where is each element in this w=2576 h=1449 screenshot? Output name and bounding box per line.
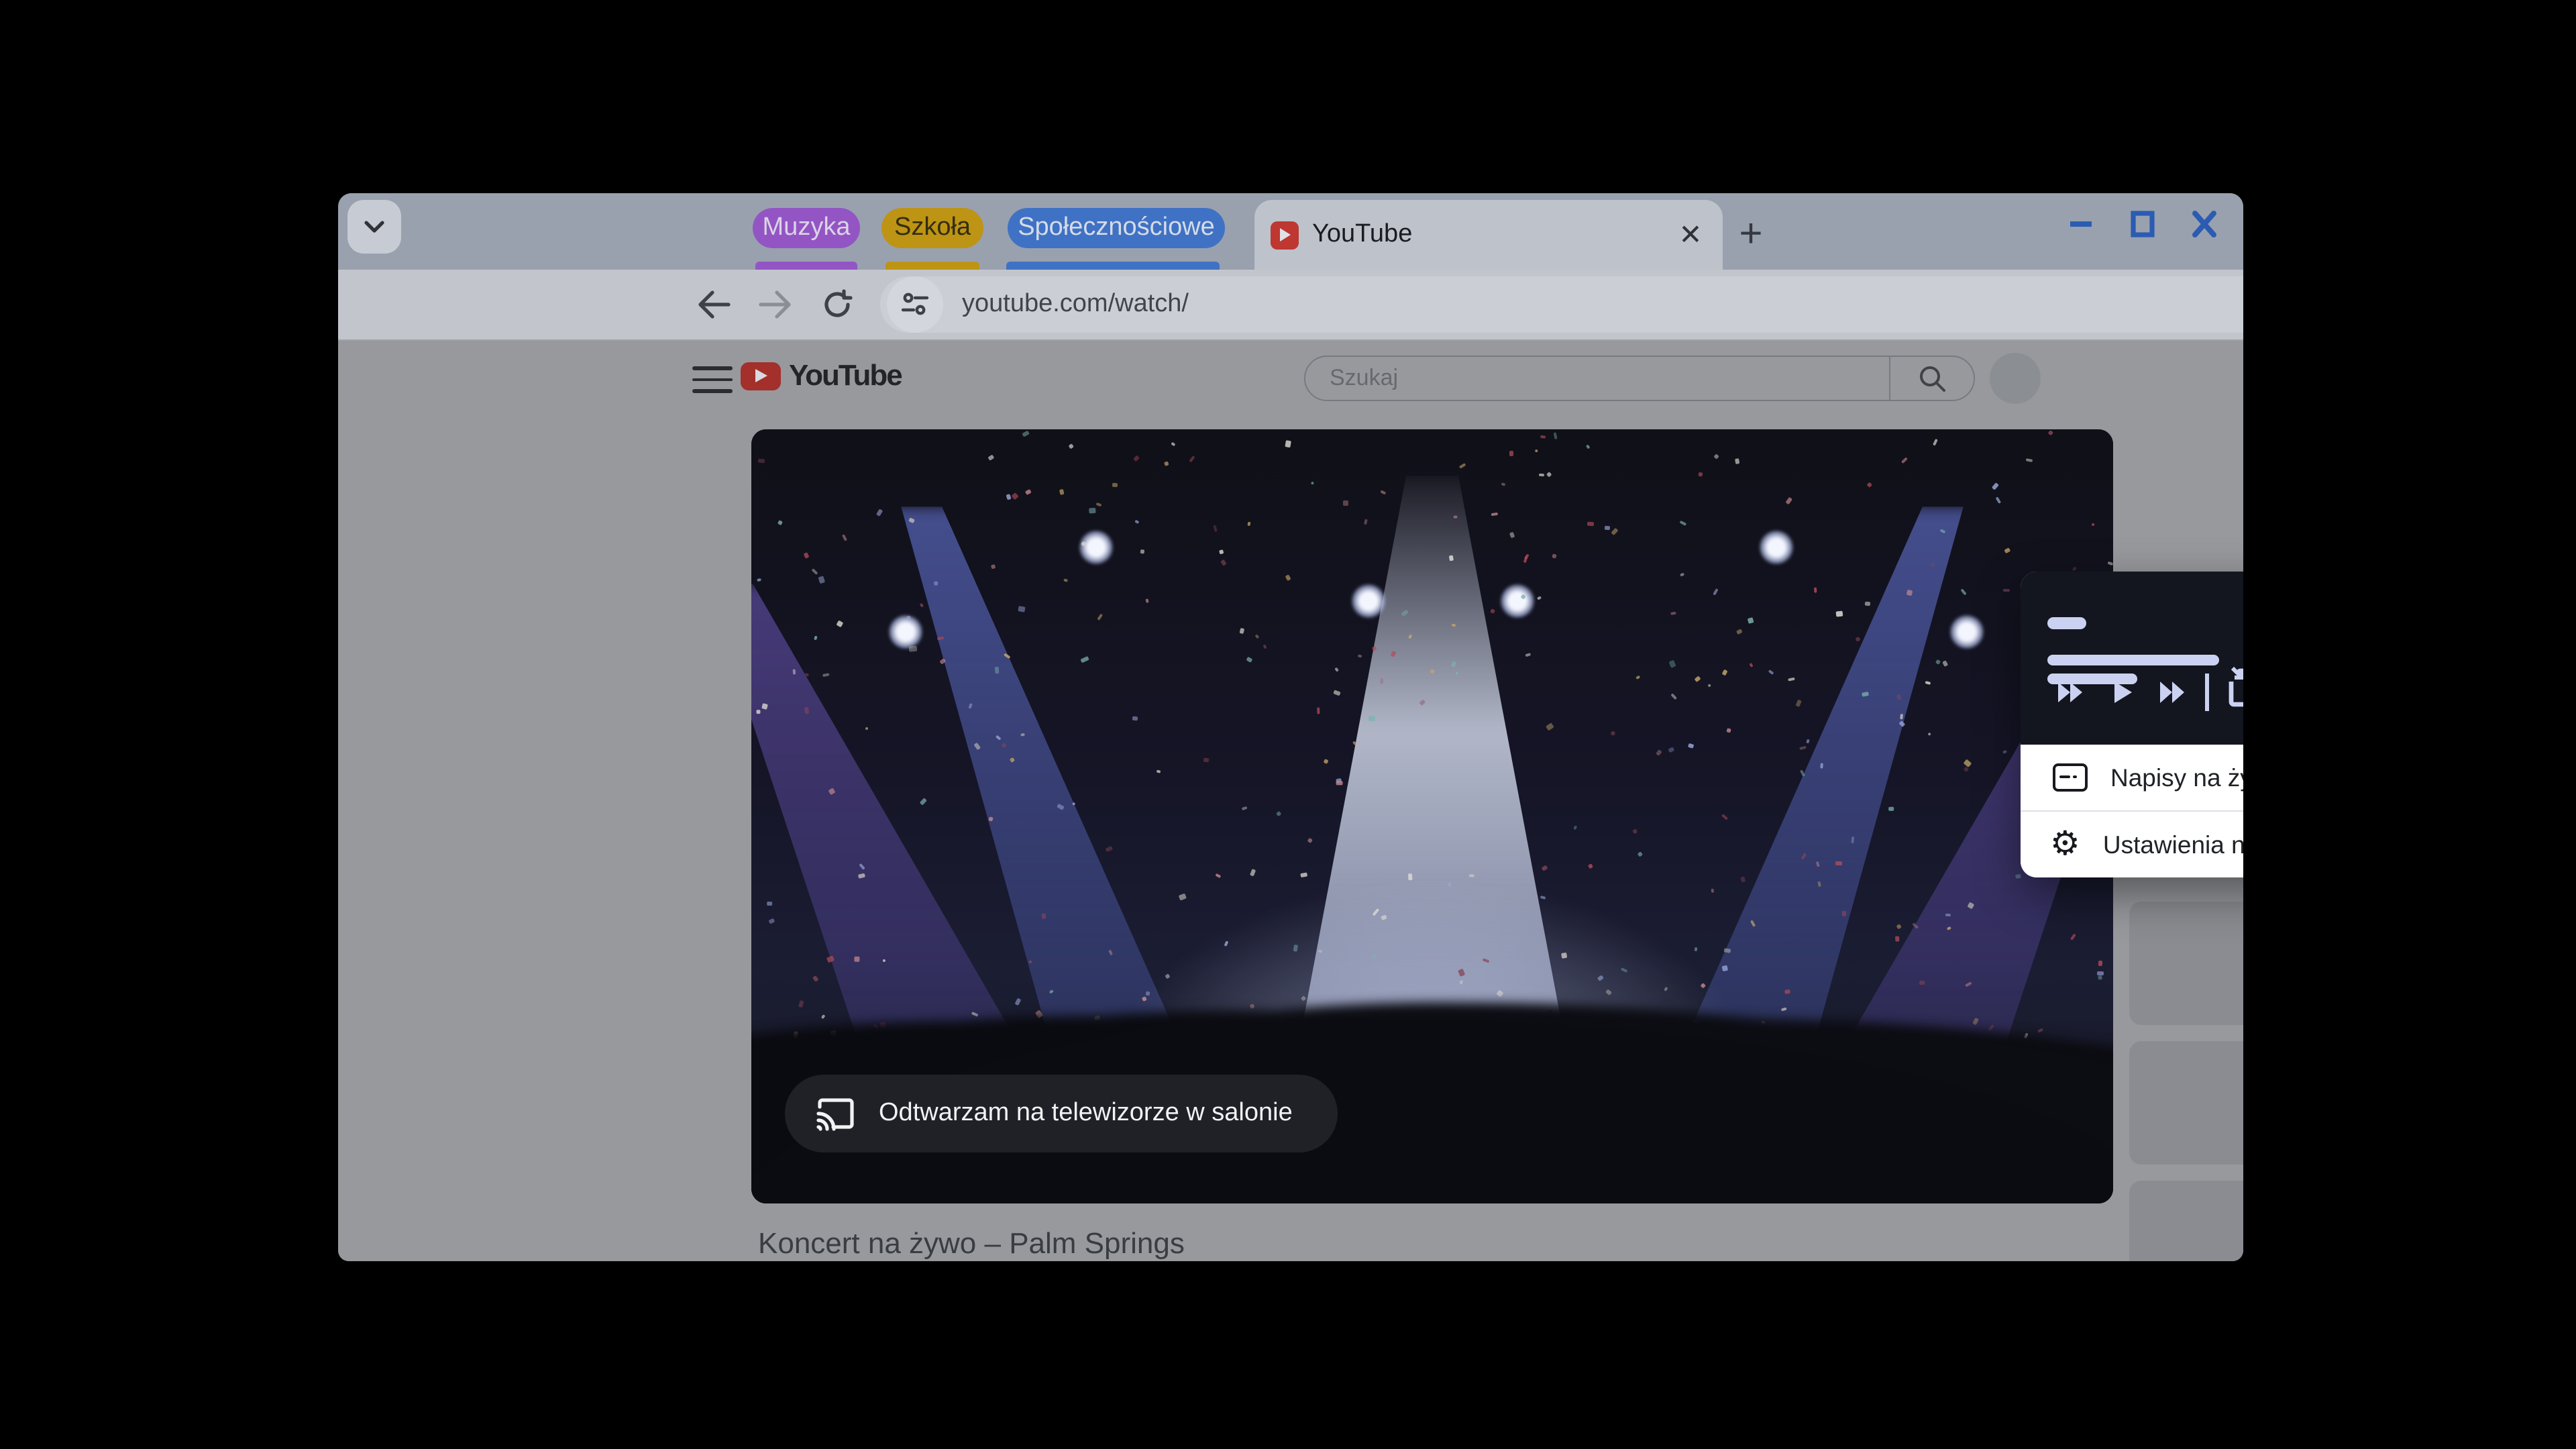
live-caption-icon [2053,763,2088,792]
tab-group-underline-szkola [885,262,979,270]
related-video-skeleton-item [2129,1181,2243,1261]
search-icon [1917,364,1947,393]
url-text[interactable]: youtube.com/watch/ [962,290,1189,319]
caption-settings-label: Ustawienia napisów [2103,830,2243,859]
thumbnail-skeleton [2129,902,2243,1025]
reload-button[interactable] [810,278,864,331]
tab-search-button[interactable] [347,200,401,254]
youtube-wordmark: YouTube [789,358,902,393]
voice-search-button[interactable] [1990,353,2041,404]
youtube-favicon [1271,221,1299,249]
video-title: Koncert na żywo – Palm Springs [758,1226,1185,1261]
window-controls [2066,209,2219,239]
tab-group-muzyka[interactable]: Muzyka [753,208,860,248]
new-tab-button[interactable]: + [1728,212,1774,258]
screen-background: Muzyka Szkoła Społecznościowe YouTube ✕ … [0,0,2576,1449]
live-caption-row[interactable]: Napisy na żywo [2021,745,2243,810]
forward-button[interactable] [749,278,802,331]
video-player[interactable]: Odtwarzam na telewizorze w salonie [751,429,2113,1203]
tab-close-icon[interactable]: ✕ [1672,216,1709,254]
menu-icon[interactable] [692,361,733,398]
picture-in-picture-icon [2231,668,2243,706]
related-video-skeleton-item [2129,902,2243,1025]
chevron-down-icon [364,220,385,233]
caption-settings-row[interactable]: ⚙ Ustawienia napisów [2021,812,2243,877]
search-button[interactable] [1889,357,1974,400]
tab-title: YouTube [1312,220,1672,250]
youtube-logo[interactable]: YouTube [741,358,902,393]
playback-controls [2021,572,2243,745]
thumbnail-skeleton [2129,1041,2243,1165]
chromecast-icon [814,1096,855,1131]
thumbnail-skeleton [2129,1181,2243,1261]
youtube-play-badge [741,362,781,390]
tab-group-spolecznosciowe[interactable]: Społecznościowe [1008,208,1225,248]
browser-window: Muzyka Szkoła Społecznościowe YouTube ✕ … [338,193,2243,1261]
live-caption-label: Napisy na żywo [2110,763,2243,792]
caption-controls: Napisy na żywo ⚙ Ustawienia napisów [2021,745,2243,877]
previous-track-icon [2058,682,2082,702]
tab-group-underline-spolecznosciowe [1006,262,1220,270]
related-video-skeleton-item [2129,1041,2243,1165]
now-playing-card [2021,572,2243,745]
address-bar[interactable]: youtube.com/watch/ [880,276,2243,333]
youtube-page: YouTube [338,341,2243,1261]
tab-strip: Muzyka Szkoła Społecznościowe YouTube ✕ … [338,193,2243,270]
cast-banner-text: Odtwarzam na telewizorze w salonie [879,1099,1293,1128]
play-icon [2114,682,2132,703]
gear-icon: ⚙ [2050,828,2080,861]
site-settings-button[interactable] [887,276,943,333]
maximize-button[interactable] [2128,209,2157,239]
back-icon [696,290,731,319]
browser-toolbar: youtube.com/watch/ [338,270,2243,341]
search-input[interactable] [1327,364,1889,393]
close-button[interactable] [2190,209,2219,239]
next-track-icon [2160,682,2184,703]
youtube-search-box[interactable] [1304,356,1975,401]
minimize-button[interactable] [2066,209,2096,239]
media-controls-popup: Napisy na żywo ⚙ Ustawienia napisów [2021,572,2243,877]
cast-banner: Odtwarzam na telewizorze w salonie [785,1075,1338,1152]
tune-icon [900,291,930,318]
tab-group-underline-muzyka [755,262,857,270]
youtube-header: YouTube [338,341,2243,419]
reload-icon [821,288,853,321]
back-button[interactable] [687,278,741,331]
forward-icon [758,290,793,319]
tab-youtube[interactable]: YouTube ✕ [1254,200,1723,270]
tab-group-szkola[interactable]: Szkoła [881,208,983,248]
